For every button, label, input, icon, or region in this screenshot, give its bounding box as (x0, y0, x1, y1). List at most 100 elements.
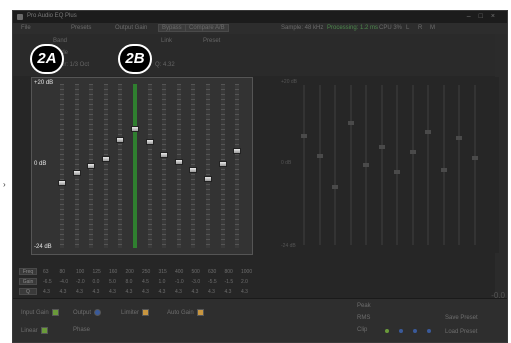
eq-b-slider-handle[interactable] (316, 153, 323, 158)
eq-slider-handle[interactable] (131, 125, 139, 132)
row-value-freq[interactable]: 100 (76, 269, 84, 275)
eq-slider-handle[interactable] (233, 148, 242, 155)
eq-b-slider-handle[interactable] (440, 168, 447, 173)
eq-b-slider-handle[interactable] (301, 133, 307, 138)
auto-gain-control[interactable]: Auto Gain (167, 309, 204, 316)
menu-file[interactable]: File (21, 25, 31, 31)
row-value-freq[interactable]: 400 (175, 269, 183, 275)
row-value-q[interactable]: 4.3 (208, 289, 215, 295)
eq-b-slider-track[interactable] (427, 85, 429, 245)
eq-b-slider-handle[interactable] (471, 155, 478, 160)
row-value-q[interactable]: 4.3 (126, 289, 133, 295)
row-value-q[interactable]: 4.3 (175, 289, 182, 295)
save-preset-button[interactable]: Save Preset (445, 315, 478, 321)
linear-control[interactable]: Linear (21, 327, 48, 334)
row-value-freq[interactable]: 125 (93, 269, 101, 275)
eq-slider-track[interactable] (176, 84, 181, 248)
eq-b-slider-track[interactable] (380, 85, 383, 245)
row-button-gain[interactable]: Gain (19, 278, 37, 285)
menu-output-gain[interactable]: Output Gain (115, 25, 147, 31)
eq-b-slider-handle[interactable] (363, 163, 369, 167)
row-value-q[interactable]: 4.3 (225, 289, 232, 295)
row-value-freq[interactable]: 80 (60, 269, 66, 275)
eq-slider-handle[interactable] (218, 161, 227, 168)
row-value-freq[interactable]: 500 (192, 269, 200, 275)
channel-m[interactable]: M (430, 25, 435, 31)
eq-slider-track[interactable] (118, 84, 123, 248)
eq-slider-track[interactable] (235, 84, 240, 248)
compare-button[interactable]: Compare A/B (185, 24, 229, 32)
row-value-gain[interactable]: -3.0 (192, 279, 201, 285)
channel-r[interactable]: R (418, 25, 422, 31)
q-label[interactable]: Q: 4.32 (155, 62, 175, 68)
eq-b-slider-handle[interactable] (425, 130, 431, 135)
eq-slider-track[interactable] (103, 84, 108, 248)
eq-slider-handle[interactable] (72, 170, 81, 177)
row-button-freq[interactable]: Freq (19, 268, 37, 275)
eq-slider-track[interactable] (60, 84, 64, 248)
eq-b-slider-handle[interactable] (347, 121, 354, 126)
row-value-gain[interactable]: 1.0 (159, 279, 166, 285)
row-value-freq[interactable]: 160 (109, 269, 117, 275)
eq-b-slider-handle[interactable] (378, 144, 385, 149)
row-value-freq[interactable]: 63 (43, 269, 49, 275)
limiter-control[interactable]: Limiter (121, 309, 150, 316)
row-value-gain[interactable]: -2.0 (76, 279, 85, 285)
eq-slider-track-selected[interactable] (133, 84, 137, 248)
eq-slider-handle[interactable] (58, 179, 66, 186)
eq-slider-track[interactable] (206, 84, 210, 248)
row-value-gain[interactable]: 8.0 (126, 279, 133, 285)
eq-b-slider-track[interactable] (349, 85, 352, 245)
eq-slider-handle[interactable] (101, 155, 110, 162)
output-control[interactable]: Output (73, 309, 102, 316)
eq-slider-track[interactable] (147, 84, 152, 248)
eq-b-slider-track[interactable] (303, 85, 305, 245)
row-value-gain[interactable]: 2.0 (241, 279, 248, 285)
row-value-q[interactable]: 4.3 (159, 289, 166, 295)
row-value-q[interactable]: 4.3 (93, 289, 100, 295)
row-value-q[interactable]: 4.3 (43, 289, 50, 295)
eq-slider-track[interactable] (162, 84, 167, 248)
phase-control[interactable]: Phase (73, 327, 90, 333)
eq-b-slider-handle[interactable] (456, 135, 462, 140)
link-label[interactable]: Link (161, 38, 172, 44)
eq-slider-handle[interactable] (160, 151, 169, 158)
row-value-q[interactable]: 4.3 (109, 289, 116, 295)
row-value-gain[interactable]: -4.0 (60, 279, 69, 285)
eq-b-slider-track[interactable] (396, 85, 398, 245)
row-value-gain[interactable]: -6.5 (43, 279, 52, 285)
preset-label[interactable]: Preset (203, 38, 220, 44)
eq-b-slider-track[interactable] (458, 85, 460, 245)
row-value-q[interactable]: 4.3 (192, 289, 199, 295)
row-value-freq[interactable]: 1000 (241, 269, 252, 275)
eq-b-slider-track[interactable] (318, 85, 321, 245)
eq-b-slider-track[interactable] (442, 85, 445, 245)
menu-presets[interactable]: Presets (71, 25, 91, 31)
eq-b-slider-track[interactable] (334, 85, 336, 245)
row-button-q[interactable]: Q (19, 288, 37, 295)
eq-slider-handle[interactable] (87, 163, 96, 169)
eq-slider-handle[interactable] (189, 166, 198, 173)
row-value-gain[interactable]: -1.5 (225, 279, 234, 285)
row-value-freq[interactable]: 630 (208, 269, 216, 275)
row-value-freq[interactable]: 800 (225, 269, 233, 275)
eq-slider-handle[interactable] (145, 138, 154, 145)
bypass-button[interactable]: Bypass (158, 24, 186, 32)
row-value-freq[interactable]: 315 (159, 269, 167, 275)
row-value-q[interactable]: 4.3 (142, 289, 149, 295)
eq-b-slider-handle[interactable] (394, 170, 400, 175)
row-value-q[interactable]: 4.3 (60, 289, 67, 295)
eq-b-slider-handle[interactable] (332, 184, 338, 189)
eq-slider-handle[interactable] (174, 159, 183, 166)
eq-slider-handle[interactable] (204, 176, 212, 183)
row-value-freq[interactable]: 200 (126, 269, 134, 275)
eq-slider-track[interactable] (74, 84, 79, 248)
eq-slider-handle[interactable] (116, 136, 125, 143)
eq-b-slider-track[interactable] (473, 85, 476, 245)
row-value-gain[interactable]: 5.0 (109, 279, 116, 285)
row-value-gain[interactable]: 4.5 (142, 279, 149, 285)
row-value-gain[interactable]: 0.0 (93, 279, 100, 285)
input-gain-control[interactable]: Input Gain (21, 309, 59, 316)
eq-b-slider-handle[interactable] (409, 150, 416, 155)
row-value-freq[interactable]: 250 (142, 269, 150, 275)
